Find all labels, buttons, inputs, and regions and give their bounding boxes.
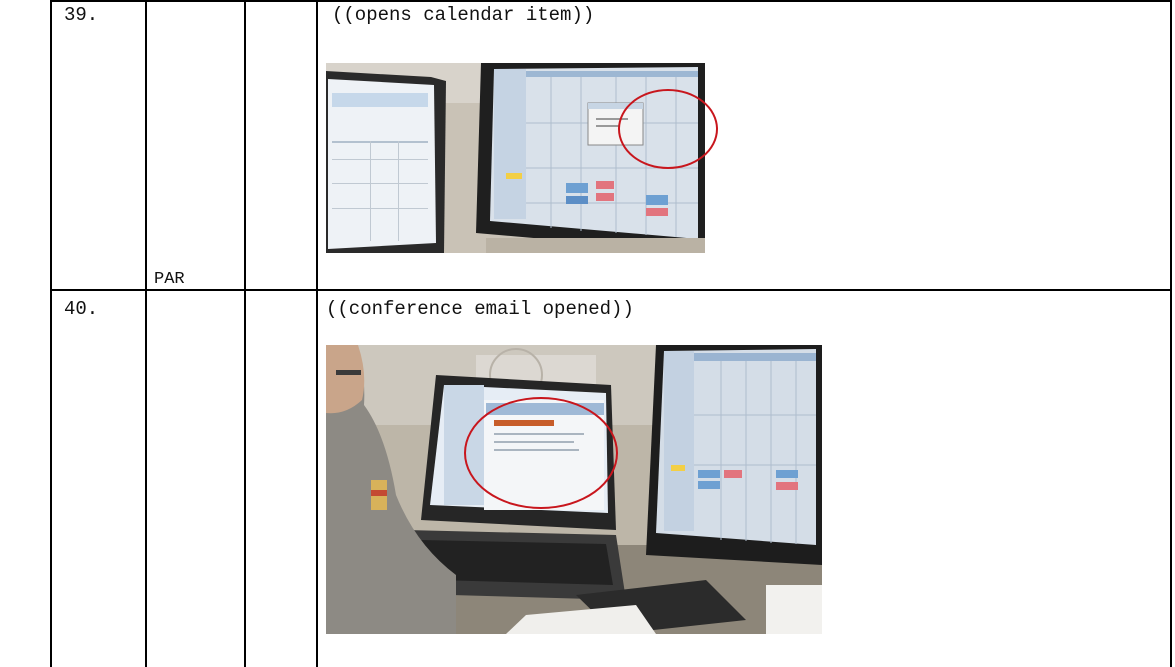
highlight-circle	[464, 397, 618, 509]
row-number: 39.	[64, 4, 99, 26]
table-border-right	[1170, 0, 1172, 667]
highlight-circle	[618, 89, 718, 169]
column-divider-3	[316, 0, 318, 667]
column-divider-1	[145, 0, 147, 667]
speaker-label: PAR	[154, 270, 185, 289]
annotation-text: ((conference email opened))	[326, 298, 634, 320]
annotation-text: ((opens calendar item))	[332, 4, 595, 26]
row-divider	[50, 289, 1172, 291]
transcript-table: 39. PAR ((opens calendar item)) 40. ((co…	[50, 0, 1172, 667]
table-border-top	[50, 0, 1172, 2]
table-border-left	[50, 0, 52, 667]
row-number: 40.	[64, 298, 99, 320]
column-divider-2	[244, 0, 246, 667]
